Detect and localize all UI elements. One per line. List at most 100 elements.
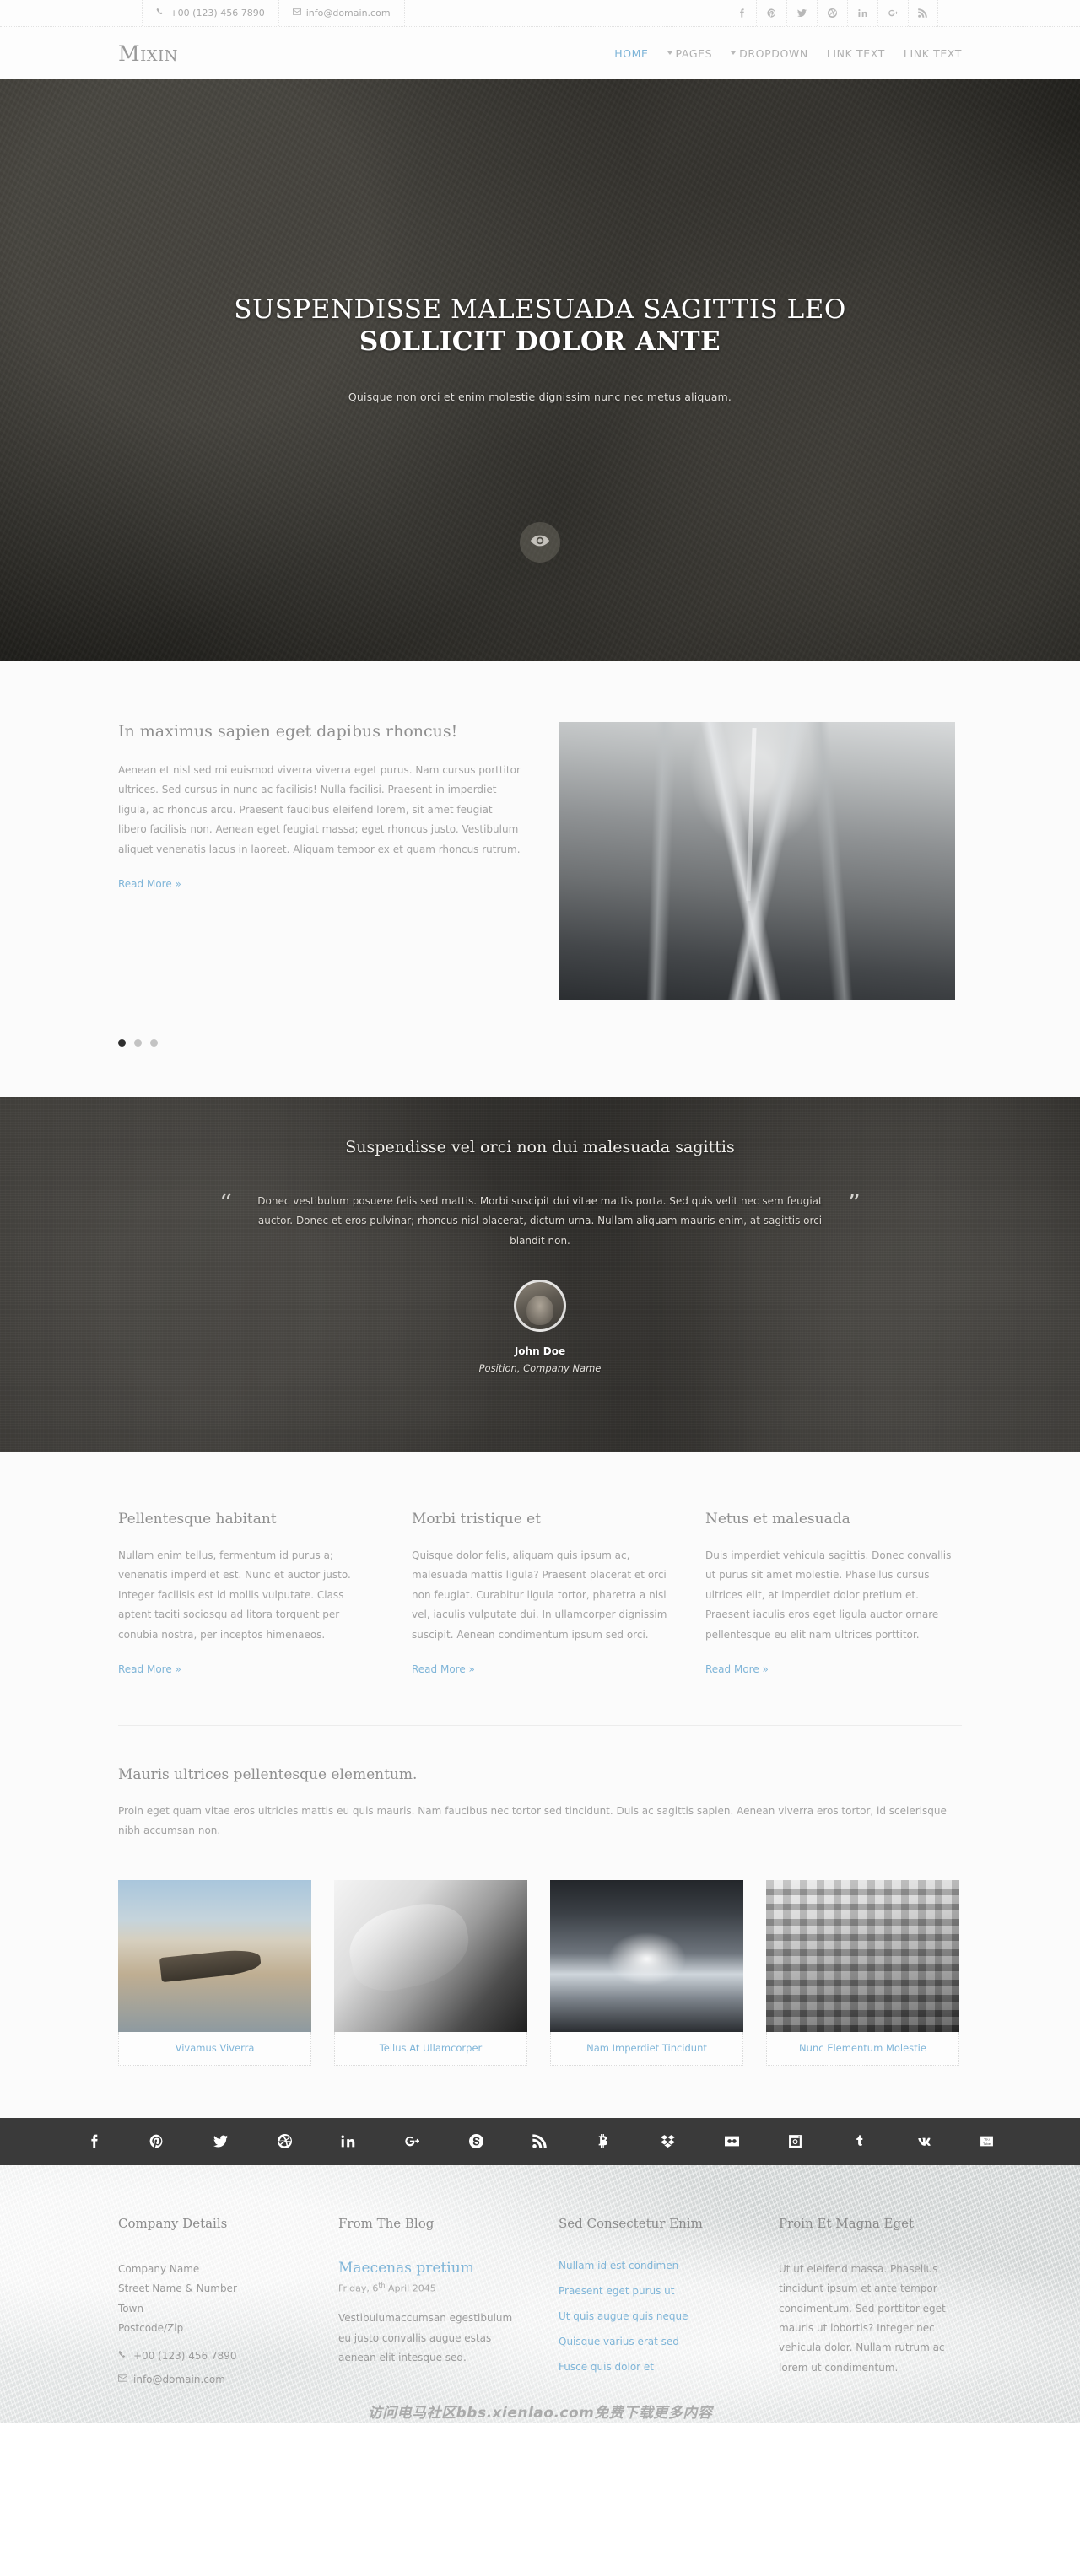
feature-column-2: Morbi tristique et Quisque dolor felis, … — [412, 1511, 668, 1676]
blog-date-sup: th — [378, 2281, 386, 2289]
top-bar: +00 (123) 456 7890 info@domain.com — [0, 0, 1080, 27]
rss-icon[interactable] — [527, 2129, 553, 2154]
footer-column-links: Sed Consectetur Enim Nullam id est condi… — [559, 2216, 742, 2386]
dribbble-icon[interactable] — [816, 0, 847, 26]
quote-open-icon: “ — [219, 1189, 233, 1219]
site-logo[interactable]: Mixin — [118, 41, 178, 66]
bitcoin-icon[interactable] — [591, 2129, 617, 2154]
scroll-down-button[interactable] — [520, 522, 560, 563]
pinterest-icon[interactable] — [755, 0, 786, 26]
tumblr-icon[interactable] — [846, 2129, 872, 2154]
top-bar-phone[interactable]: +00 (123) 456 7890 — [142, 0, 278, 26]
hero-title-line-1: SUSPENDISSE MALESUADA SAGITTIS LEO — [234, 294, 846, 325]
linkedin-icon[interactable] — [336, 2129, 361, 2154]
gallery-grid: Vivamus Viverra Tellus At Ullamcorper Na… — [118, 1879, 962, 2066]
nav-label-pages: PAGES — [675, 46, 713, 60]
instagram-icon[interactable] — [783, 2129, 808, 2154]
facebook-icon[interactable] — [80, 2129, 105, 2154]
nav-item-link-text-2[interactable]: LINK TEXT — [904, 47, 962, 60]
twitter-icon[interactable] — [208, 2129, 233, 2154]
feature-heading-2: Morbi tristique et — [412, 1511, 542, 1528]
feature-read-more-1[interactable]: Read More » — [118, 1663, 181, 1675]
gallery-caption[interactable]: Vivamus Viverra — [118, 2031, 311, 2066]
linkedin-icon[interactable] — [846, 0, 878, 26]
skype-icon[interactable] — [463, 2129, 489, 2154]
gallery-item[interactable]: Vivamus Viverra — [118, 1879, 311, 2066]
feature-column-3: Netus et malesuada Duis imperdiet vehicu… — [705, 1511, 962, 1676]
phone-icon — [118, 2350, 127, 2362]
footer-blog-post-date: Friday, 6th April 2045 — [338, 2282, 521, 2294]
gallery-thumbnail[interactable] — [118, 1879, 311, 2032]
feature-read-more-3[interactable]: Read More » — [705, 1663, 769, 1675]
testimonial-heading: Suspendisse vel orci non dui malesuada s… — [345, 1138, 735, 1156]
feature-body-1: Nullam enim tellus, fermentum id purus a… — [118, 1549, 351, 1641]
youtube-icon[interactable]: You Tube — [975, 2129, 1000, 2154]
gallery-thumbnail[interactable] — [766, 1879, 959, 2032]
flickr-icon[interactable] — [719, 2129, 744, 2154]
gallery-item[interactable]: Tellus At Ullamcorper — [334, 1879, 527, 2066]
footer-blog-post-title[interactable]: Maecenas pretium — [338, 2260, 521, 2277]
dribbble-icon[interactable] — [272, 2129, 297, 2154]
gallery-caption[interactable]: Nunc Elementum Molestie — [766, 2031, 959, 2066]
dropbox-icon[interactable] — [655, 2129, 680, 2154]
testimonial-quote: Donec vestibulum posuere felis sed matti… — [257, 1195, 823, 1247]
gallery-thumbnail[interactable] — [550, 1879, 743, 2032]
top-bar-contact-group: +00 (123) 456 7890 info@domain.com — [142, 0, 405, 26]
nav-label-link-2: LINK TEXT — [903, 46, 962, 60]
envelope-icon — [292, 8, 301, 19]
envelope-icon — [118, 2374, 127, 2385]
footer-link-5[interactable]: Fusce quis dolor et — [559, 2361, 742, 2373]
top-bar-social-group — [725, 0, 938, 26]
eye-icon — [531, 531, 549, 553]
facebook-icon[interactable] — [725, 0, 756, 26]
three-column-section: Pellentesque habitant Nullam enim tellus… — [0, 1452, 1080, 1726]
rss-icon[interactable] — [907, 0, 938, 26]
chevron-down-icon — [667, 51, 672, 55]
slider-pagination — [118, 1000, 158, 1097]
gallery-section: Mauris ultrices pellentesque elementum. … — [0, 1725, 1080, 2118]
feature-read-more-2[interactable]: Read More » — [412, 1663, 475, 1675]
intro-read-more-link[interactable]: Read More » — [118, 878, 181, 890]
footer-blog-post-excerpt: Vestibulumaccumsan egestibulum eu justo … — [338, 2312, 513, 2364]
pinterest-icon[interactable] — [144, 2129, 170, 2154]
top-bar-email[interactable]: info@domain.com — [278, 0, 405, 26]
footer-link-4[interactable]: Quisque varius erat sed — [559, 2336, 742, 2347]
top-bar-phone-label: +00 (123) 456 7890 — [170, 8, 265, 19]
footer-link-3[interactable]: Ut quis augue quis neque — [559, 2310, 742, 2322]
testimonial-avatar — [514, 1280, 566, 1333]
footer-phone-label: +00 (123) 456 7890 — [133, 2350, 237, 2363]
footer-heading-company: Company Details — [118, 2215, 228, 2231]
footer-link-1[interactable]: Nullam id est condimen — [559, 2260, 742, 2272]
chevron-down-icon — [731, 51, 737, 55]
footer-phone[interactable]: +00 (123) 456 7890 — [118, 2350, 301, 2362]
footer-link-list: Nullam id est condimen Praesent eget pur… — [559, 2260, 742, 2373]
footer-social-bar: You Tube — [0, 2117, 1080, 2165]
nav-item-pages[interactable]: PAGES — [667, 47, 713, 60]
footer-column-blog: From The Blog Maecenas pretium Friday, 6… — [338, 2216, 521, 2386]
slider-dot-1[interactable] — [118, 1039, 126, 1047]
gallery-thumbnail[interactable] — [334, 1879, 527, 2032]
gallery-caption[interactable]: Tellus At Ullamcorper — [334, 2031, 527, 2066]
gallery-caption[interactable]: Nam Imperdiet Tincidunt — [550, 2031, 743, 2066]
googleplus-icon[interactable] — [877, 0, 908, 26]
googleplus-icon[interactable] — [400, 2129, 425, 2154]
gallery-item[interactable]: Nam Imperdiet Tincidunt — [550, 1879, 743, 2066]
feature-heading-3: Netus et malesuada — [705, 1511, 850, 1528]
feature-heading-1: Pellentesque habitant — [118, 1511, 277, 1528]
slider-dot-3[interactable] — [150, 1039, 158, 1047]
nav-item-dropdown[interactable]: DROPDOWN — [731, 47, 808, 60]
nav-item-home[interactable]: HOME — [614, 47, 648, 60]
footer-link-2[interactable]: Praesent eget purus ut — [559, 2285, 742, 2297]
nav-item-link-text-1[interactable]: LINK TEXT — [827, 47, 885, 60]
gallery-item[interactable]: Nunc Elementum Molestie — [766, 1879, 959, 2066]
twitter-icon[interactable] — [786, 0, 817, 26]
gallery-body: Proin eget quam vitae eros ultricies mat… — [118, 1804, 947, 1837]
footer-company-name: Company Name — [118, 2262, 200, 2275]
quote-close-icon: ” — [847, 1189, 861, 1219]
slider-dot-2[interactable] — [134, 1039, 142, 1047]
top-bar-email-label: info@domain.com — [305, 8, 391, 19]
footer-email[interactable]: info@domain.com — [118, 2374, 301, 2385]
footer-heading-links: Sed Consectetur Enim — [559, 2215, 703, 2231]
vk-icon[interactable] — [910, 2129, 936, 2154]
nav-label-link-1: LINK TEXT — [826, 46, 885, 60]
